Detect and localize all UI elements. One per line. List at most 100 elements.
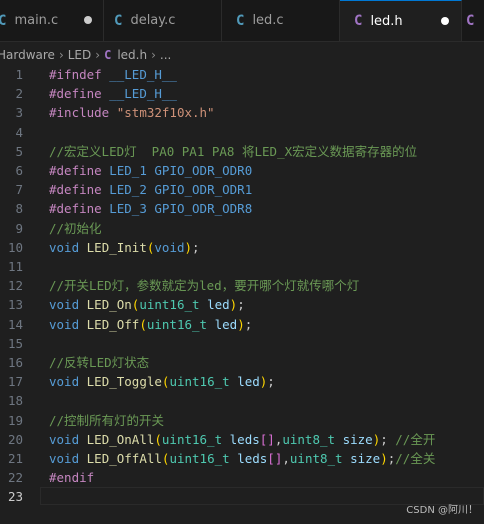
line-number: 20 — [7, 431, 23, 447]
breadcrumb-folder-hardware[interactable]: Hardware — [0, 48, 55, 62]
unsaved-dot-icon[interactable] — [441, 17, 449, 25]
breadcrumb-folder-led[interactable]: LED — [68, 48, 92, 62]
line-number: 1 — [15, 67, 23, 82]
code-line[interactable]: 2 #define __LED_H__ — [0, 84, 484, 103]
code-line[interactable]: 4 — [0, 123, 484, 142]
breadcrumb-more[interactable]: ... — [160, 48, 171, 62]
code-text: void LED_Toggle(uint16_t led); — [49, 372, 275, 391]
c-file-icon: C — [0, 13, 6, 29]
code-line[interactable]: 15 — [0, 334, 484, 353]
code-token: ) — [237, 316, 245, 332]
code-token: GPIO_ODR_ODR8 — [154, 201, 253, 217]
unsaved-dot-icon[interactable] — [84, 16, 92, 24]
code-token: //开关LED灯，参数就定为led，要开哪个灯就传哪个灯 — [49, 278, 360, 294]
line-number: 15 — [7, 335, 23, 351]
line-number: 17 — [7, 374, 23, 390]
code-line[interactable]: 21 void LED_OffAll(uint16_t leds[],uint8_… — [0, 449, 484, 468]
code-token: leds — [229, 431, 260, 447]
code-token: uint16_t — [146, 316, 208, 332]
breadcrumb-file[interactable]: led.h — [117, 48, 147, 62]
code-token: , — [282, 451, 290, 466]
code-line[interactable]: 11 — [0, 257, 484, 276]
code-token: uint8_t — [282, 431, 336, 447]
tab-led-h[interactable]: C led.h — [340, 0, 462, 41]
code-token: leds — [237, 451, 268, 466]
code-token: GPIO_ODR_ODR1 — [154, 182, 253, 198]
code-text: void LED_Off(uint16_t led); — [49, 315, 252, 334]
code-token: LED_3 — [109, 201, 147, 217]
code-line[interactable]: 9 //初始化 — [0, 219, 484, 238]
line-number: 22 — [7, 470, 23, 486]
code-token: ; — [244, 316, 253, 332]
code-token: ) — [184, 239, 193, 255]
code-text: #define LED_3 GPIO_ODR_ODR8 — [49, 199, 252, 218]
code-line[interactable]: 10 void LED_Init(void); — [0, 238, 484, 257]
code-line[interactable]: 19 //控制所有灯的开关 — [0, 411, 484, 430]
c-file-icon: C — [236, 12, 245, 29]
line-number: 4 — [15, 124, 23, 140]
code-token: ; — [192, 239, 200, 255]
code-token: led — [207, 297, 230, 313]
tab-label: delay.c — [130, 13, 176, 28]
code-token: //反转LED灯状态 — [49, 355, 150, 370]
code-token: "stm32f10x.h" — [116, 105, 215, 121]
code-token: led — [237, 374, 260, 390]
chevron-right-icon: › — [151, 48, 156, 62]
tab-led-c[interactable]: C led.c — [222, 0, 340, 41]
code-token: [] — [267, 451, 283, 466]
code-token: LED_Init — [86, 239, 147, 255]
code-token: size — [350, 451, 381, 466]
code-line[interactable]: 20 void LED_OnAll(uint16_t leds[],uint8_t… — [0, 430, 484, 449]
code-token: ( — [154, 431, 162, 447]
code-token: #include — [49, 105, 110, 121]
chevron-right-icon: › — [95, 48, 101, 62]
code-line[interactable]: 22 #endif — [0, 468, 484, 487]
tab-delay-c[interactable]: C delay.c — [104, 0, 222, 41]
code-line[interactable]: 3 #include "stm32f10x.h" — [0, 103, 484, 122]
code-line[interactable]: 17 void LED_Toggle(uint16_t led); — [0, 372, 484, 391]
code-line[interactable]: 13 void LED_On(uint16_t led); — [0, 295, 484, 314]
code-token: LED_Off — [86, 316, 140, 332]
code-token: ) — [380, 451, 388, 466]
code-line[interactable]: 14 void LED_Off(uint16_t led); — [0, 315, 484, 334]
code-token: void — [49, 297, 80, 313]
code-token: #define — [49, 182, 102, 198]
line-number: 11 — [7, 259, 23, 274]
code-text: //反转LED灯状态 — [49, 353, 149, 372]
code-line[interactable]: 12 //开关LED灯，参数就定为led，要开哪个灯就传哪个灯 — [0, 276, 484, 295]
code-token: LED_OffAll — [86, 451, 162, 466]
code-text: void LED_OnAll(uint16_t leds[],uint8_t s… — [49, 430, 435, 449]
line-number: 12 — [7, 278, 23, 294]
tab-bar: C main.c C delay.c C led.c C led.h C — [0, 0, 484, 42]
code-token: ; — [380, 431, 388, 447]
line-number: 8 — [15, 201, 23, 217]
code-line[interactable]: 7 #define LED_2 GPIO_ODR_ODR1 — [0, 180, 484, 199]
code-token: void — [154, 239, 185, 255]
tab-main-c[interactable]: C main.c — [0, 0, 104, 41]
code-line[interactable]: 18 — [0, 391, 484, 410]
code-line[interactable]: 16 //反转LED灯状态 — [0, 353, 484, 372]
code-token: uint16_t — [169, 374, 230, 390]
code-token: size — [342, 431, 373, 447]
code-text: void LED_OffAll(uint16_t leds[],uint8_t … — [49, 449, 435, 468]
code-token: void — [49, 451, 80, 466]
code-line[interactable]: 6 #define LED_1 GPIO_ODR_ODR0 — [0, 161, 484, 180]
tab-overflow[interactable]: C — [462, 0, 484, 41]
code-token: #define — [49, 163, 102, 178]
code-text: //初始化 — [49, 219, 102, 238]
c-file-icon: C — [114, 12, 123, 29]
code-line[interactable]: 1 #ifndef __LED_H__ — [0, 65, 484, 84]
code-line[interactable]: 8 #define LED_3 GPIO_ODR_ODR8 — [0, 199, 484, 218]
code-token: uint8_t — [289, 451, 343, 466]
code-editor[interactable]: 1 #ifndef __LED_H__ 2 #define __LED_H__ 3 #in… — [0, 65, 484, 510]
code-token: GPIO_ODR_ODR0 — [154, 163, 253, 178]
code-line[interactable]: 5 //宏定义LED灯 PA0 PA1 PA8 将LED_X宏定义数据寄存器的位 — [0, 142, 484, 161]
code-token: uint16_t — [169, 451, 230, 466]
